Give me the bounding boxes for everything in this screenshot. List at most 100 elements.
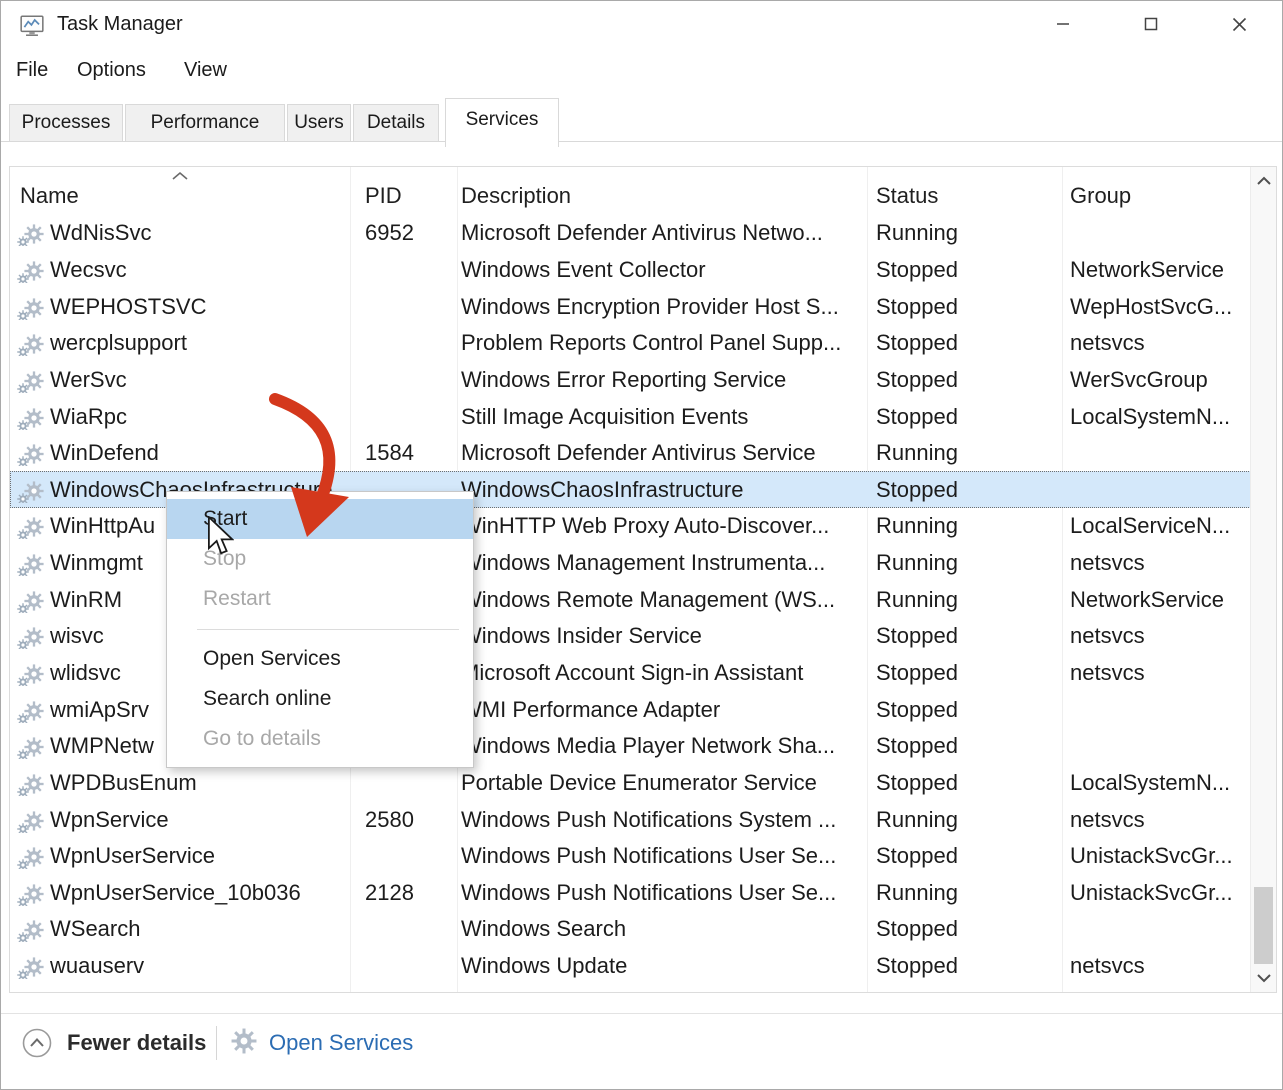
- tab-performance[interactable]: Performance: [125, 104, 285, 142]
- cell-pid: 2580: [350, 807, 457, 833]
- cell-description: Windows Error Reporting Service: [457, 367, 867, 393]
- name-text: WPDBusEnum: [50, 770, 197, 795]
- table-row[interactable]: WinDefend1584Microsoft Defender Antiviru…: [10, 435, 1251, 472]
- cell-description: Still Image Acquisition Events: [457, 404, 867, 430]
- minimize-button[interactable]: [1031, 1, 1095, 47]
- name-text: WinDefend: [50, 440, 159, 465]
- context-menu-item-start[interactable]: Start: [167, 499, 473, 539]
- cell-status: Running: [867, 550, 1062, 576]
- name-text: WEPHOSTSVC: [50, 294, 206, 319]
- cell-status: Stopped: [867, 257, 1062, 283]
- context-menu-item-restart[interactable]: Restart: [167, 579, 473, 619]
- menubar-item-view[interactable]: View: [184, 59, 227, 82]
- cell-status: Stopped: [867, 770, 1062, 796]
- cell-status: Running: [867, 440, 1062, 466]
- tab-users[interactable]: Users: [287, 104, 351, 142]
- cell-description: Problem Reports Control Panel Supp...: [457, 330, 867, 356]
- group-text: WerSvcGroup: [1070, 367, 1208, 392]
- vertical-scrollbar[interactable]: [1250, 167, 1276, 992]
- context-menu-item-stop[interactable]: Stop: [167, 539, 473, 579]
- scrollbar-up-button[interactable]: [1251, 167, 1276, 195]
- service-gear-icon: [18, 810, 48, 833]
- cell-group: UnistackSvcGr...: [1062, 843, 1252, 869]
- cell-name: WPDBusEnum: [10, 770, 350, 796]
- fewer-details-button[interactable]: Fewer details: [21, 1027, 206, 1059]
- context-menu-item-open-services[interactable]: Open Services: [167, 639, 473, 679]
- status-text: Stopped: [876, 733, 958, 758]
- column-header-name[interactable]: Name: [10, 183, 350, 209]
- close-button[interactable]: [1207, 1, 1271, 47]
- cell-status: Stopped: [867, 660, 1062, 686]
- cell-status: Stopped: [867, 916, 1062, 942]
- pid-text: 1584: [365, 440, 414, 465]
- table-header-row: NamePIDDescriptionStatusGroup: [10, 167, 1250, 215]
- table-row[interactable]: wercplsupportProblem Reports Control Pan…: [10, 325, 1251, 362]
- cell-description: Microsoft Account Sign-in Assistant: [457, 660, 867, 686]
- description-text: Windows Media Player Network Sha...: [461, 733, 835, 758]
- cell-description: Portable Device Enumerator Service: [457, 770, 867, 796]
- window-title: Task Manager: [57, 13, 183, 36]
- menubar-item-options[interactable]: Options: [77, 59, 146, 82]
- column-header-description[interactable]: Description: [457, 183, 867, 209]
- context-menu-item-go-to-details[interactable]: Go to details: [167, 719, 473, 759]
- menubar-item-file[interactable]: File: [16, 59, 48, 82]
- service-gear-icon: [18, 553, 48, 576]
- cell-description: Windows Management Instrumenta...: [457, 550, 867, 576]
- table-row[interactable]: WpnService2580Windows Push Notifications…: [10, 801, 1251, 838]
- menu-bar: File Options View: [1, 51, 1282, 97]
- table-row[interactable]: WpnUserService_10b0362128Windows Push No…: [10, 875, 1251, 912]
- service-gear-icon: [18, 919, 48, 942]
- tab-services[interactable]: Services: [445, 98, 559, 147]
- column-header-group[interactable]: Group: [1062, 183, 1252, 209]
- service-gear-icon: [18, 773, 48, 796]
- description-text: Windows Error Reporting Service: [461, 367, 786, 392]
- description-text: Windows Insider Service: [461, 623, 702, 648]
- maximize-button[interactable]: [1119, 1, 1183, 47]
- scrollbar-down-button[interactable]: [1251, 964, 1276, 992]
- name-text: WerSvc: [50, 367, 127, 392]
- tab-details[interactable]: Details: [353, 104, 439, 142]
- scrollbar-thumb[interactable]: [1254, 887, 1273, 964]
- context-menu-item-search-online[interactable]: Search online: [167, 679, 473, 719]
- table-row[interactable]: WpnUserServiceWindows Push Notifications…: [10, 838, 1251, 875]
- group-text: LocalSystemN...: [1070, 770, 1230, 795]
- cell-group: LocalSystemN...: [1062, 770, 1252, 796]
- cell-status: Stopped: [867, 404, 1062, 430]
- table-row[interactable]: WiaRpcStill Image Acquisition EventsStop…: [10, 398, 1251, 435]
- maximize-icon: [1144, 17, 1158, 31]
- table-row[interactable]: WerSvcWindows Error Reporting ServiceSto…: [10, 362, 1251, 399]
- table-row[interactable]: WPDBusEnum Portable Device Enumerator Ser…: [10, 765, 1251, 802]
- table-row[interactable]: WEPHOSTSVCWindows Encryption Provider Ho…: [10, 288, 1251, 325]
- status-text: Running: [876, 587, 958, 612]
- column-header-pid[interactable]: PID: [350, 183, 457, 209]
- task-manager-app-icon: [19, 13, 45, 39]
- cell-status: Stopped: [867, 697, 1062, 723]
- group-text: NetworkService: [1070, 257, 1224, 282]
- group-text: LocalSystemN...: [1070, 404, 1230, 429]
- cell-group: netsvcs: [1062, 623, 1252, 649]
- status-text: Stopped: [876, 953, 958, 978]
- cell-status: Running: [867, 807, 1062, 833]
- name-text: WSearch: [50, 916, 140, 941]
- pid-text: 2128: [365, 880, 414, 905]
- tab-processes[interactable]: Processes: [9, 104, 123, 142]
- status-text: Running: [876, 220, 958, 245]
- status-text: Running: [876, 513, 958, 538]
- cell-group: LocalSystemN...: [1062, 404, 1252, 430]
- table-row[interactable]: WSearchWindows SearchStopped: [10, 911, 1251, 948]
- open-services-link[interactable]: Open Services: [231, 1027, 413, 1059]
- cell-description: Windows Insider Service: [457, 623, 867, 649]
- group-text: netsvcs: [1070, 623, 1145, 648]
- cell-name: WpnService: [10, 807, 350, 833]
- table-row[interactable]: wuauservWindows UpdateStoppednetsvcs: [10, 948, 1251, 985]
- status-text: Stopped: [876, 257, 958, 282]
- table-row[interactable]: WdNisSvc6952Microsoft Defender Antivirus…: [10, 215, 1251, 252]
- service-gear-icon: [18, 516, 48, 539]
- cell-description: WMI Performance Adapter: [457, 697, 867, 723]
- cell-name: WSearch: [10, 916, 350, 942]
- minimize-icon: [1056, 17, 1070, 31]
- description-text: Still Image Acquisition Events: [461, 404, 748, 429]
- column-header-status[interactable]: Status: [867, 183, 1062, 209]
- table-row[interactable]: WecsvcWindows Event CollectorStoppedNetw…: [10, 252, 1251, 289]
- cell-status: Running: [867, 220, 1062, 246]
